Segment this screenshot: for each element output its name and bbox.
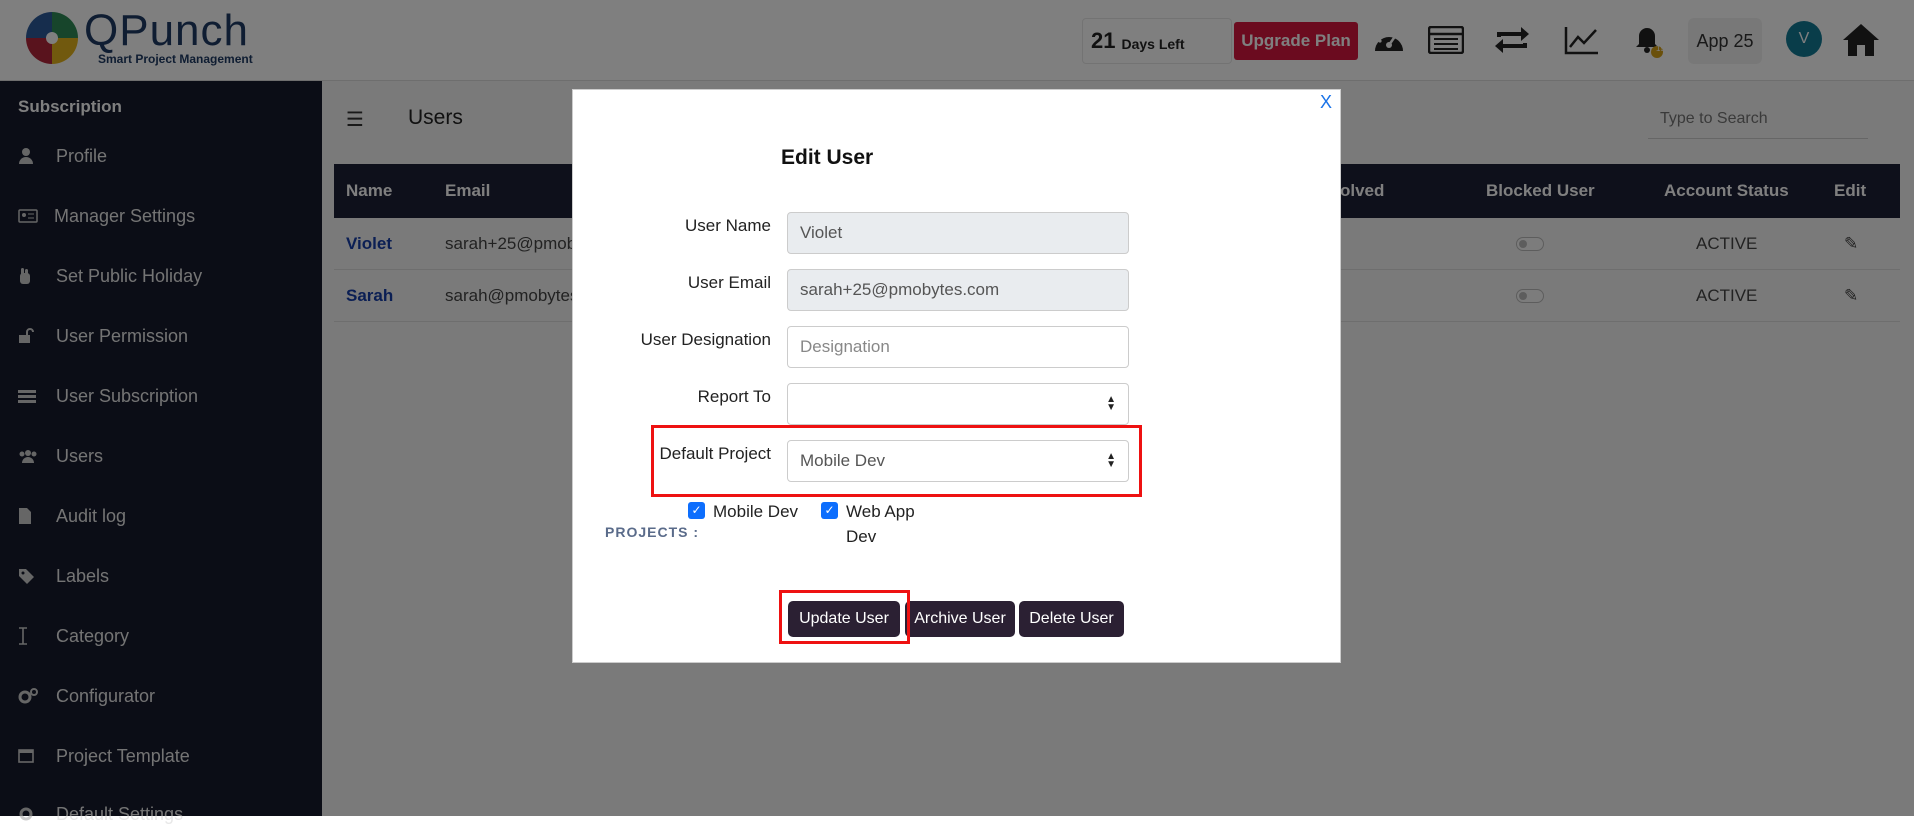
delete-user-button[interactable]: Delete User — [1019, 601, 1124, 637]
modal-body: Edit User User Name Violet User Email sa… — [585, 115, 1327, 652]
select-arrows-icon: ▲ ▼ — [1106, 394, 1116, 413]
checkbox-checked-icon[interactable]: ✓ — [688, 502, 705, 519]
project-checkbox-mobile-dev[interactable]: ✓ Mobile Dev — [688, 499, 798, 524]
user-email-field[interactable]: sarah+25@pmobytes.com — [787, 269, 1129, 311]
report-to-select[interactable]: ▲ ▼ — [787, 383, 1129, 425]
user-name-field[interactable]: Violet — [787, 212, 1129, 254]
highlight-update-button — [779, 590, 910, 644]
archive-user-button[interactable]: Archive User — [905, 601, 1015, 637]
close-modal-button[interactable]: X — [1320, 92, 1332, 113]
user-email-label: User Email — [687, 273, 771, 292]
modal-title: Edit User — [781, 146, 874, 169]
project-checkbox-web-app-dev[interactable]: ✓ Web App Dev — [821, 499, 915, 549]
user-name-label: User Name — [685, 216, 771, 235]
designation-field[interactable]: Designation — [787, 326, 1129, 368]
checkbox-checked-icon[interactable]: ✓ — [821, 502, 838, 519]
user-designation-label: User Designation — [640, 330, 771, 349]
report-to-label: Report To — [697, 387, 771, 406]
project-label: Web App Dev — [846, 502, 915, 546]
projects-label: PROJECTS : — [605, 524, 700, 540]
highlight-default-project — [651, 425, 1142, 497]
project-label: Mobile Dev — [713, 502, 799, 521]
edit-user-modal: X Edit User User Name Violet User Email … — [572, 89, 1341, 663]
